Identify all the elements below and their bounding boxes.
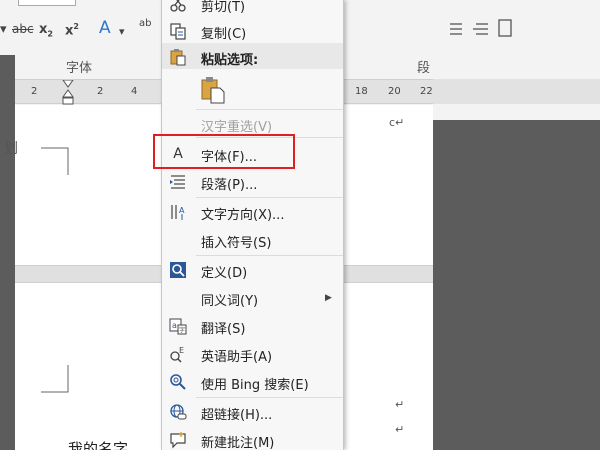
- subscript-button[interactable]: x2: [39, 22, 53, 39]
- menu-label: 文字方向(X)...: [201, 208, 285, 223]
- highlight-icon[interactable]: ab: [139, 18, 151, 29]
- translate-icon: a字: [168, 316, 188, 336]
- menu-item-translate[interactable]: a字 翻译(S): [162, 312, 343, 340]
- paragraph-mark: c↵: [389, 116, 405, 129]
- paragraph-mark: ↵: [395, 398, 405, 411]
- menu-label: 新建批注(M): [201, 436, 275, 450]
- svg-text:A: A: [179, 206, 185, 215]
- ruler-number: 2: [31, 86, 38, 97]
- copy-icon: [168, 21, 188, 41]
- context-menu: 剪切(T) 复制(C) 粘贴选项: 汉字重选(V) A 字体(F)... 段落(…: [161, 0, 344, 450]
- hyperlink-icon: [168, 402, 188, 422]
- menu-label: 超链接(H)...: [201, 408, 273, 423]
- english-assistant-icon: E: [168, 344, 188, 364]
- paste-clipboard-icon: [199, 76, 227, 108]
- indent-marker-icon[interactable]: [62, 80, 74, 105]
- menu-item-text-direction[interactable]: A 文字方向(X)...: [162, 198, 343, 226]
- svg-text:字: 字: [179, 326, 185, 334]
- menu-item-copy[interactable]: 复制(C): [162, 17, 343, 45]
- menu-item-cut[interactable]: 剪切(T): [162, 0, 343, 18]
- page-corner-mark: [41, 365, 69, 393]
- dropdown-arrow-icon[interactable]: ▾: [0, 22, 7, 37]
- ruler-number: 22: [420, 86, 433, 97]
- page-corner-mark: [41, 147, 69, 175]
- clipboard-icon: [168, 47, 188, 67]
- menu-item-new-comment[interactable]: 新建批注(M): [162, 426, 343, 450]
- menu-label: 插入符号(S): [201, 236, 272, 251]
- subscript-mark: 2: [47, 29, 53, 39]
- paragraph-icon: [168, 172, 188, 192]
- document-body-text[interactable]: 我的名字: [68, 438, 128, 450]
- ruler-right: [433, 79, 600, 104]
- ruler-number: 18: [355, 86, 368, 97]
- menu-item-hyperlink[interactable]: 超链接(H)...: [162, 398, 343, 426]
- menu-item-bing-search[interactable]: 使用 Bing 搜索(E): [162, 368, 343, 396]
- menu-label: 段落(P)...: [201, 178, 258, 193]
- text-effect-button[interactable]: A: [99, 18, 111, 38]
- menu-label: 同义词(Y): [201, 294, 259, 309]
- document-text-fragment: 划: [4, 141, 18, 157]
- highlight-annotation-box: [153, 134, 295, 169]
- search-icon: [168, 372, 188, 392]
- superscript-button[interactable]: x2: [65, 22, 79, 38]
- paragraph-group-label: 段: [417, 61, 431, 76]
- menu-item-paragraph[interactable]: 段落(P)...: [162, 168, 343, 196]
- ruler-number: 2: [97, 86, 104, 97]
- svg-text:E: E: [179, 346, 184, 355]
- menu-item-english-assistant[interactable]: E 英语助手(A): [162, 340, 343, 368]
- text-direction-icon: A: [168, 202, 188, 222]
- font-group-label: 字体: [66, 61, 93, 76]
- menu-label: 粘贴选项:: [201, 53, 259, 68]
- svg-text:a: a: [172, 321, 177, 330]
- menu-item-insert-symbol[interactable]: 插入符号(S): [162, 226, 343, 254]
- menu-item-synonyms[interactable]: 同义词(Y) ▶: [162, 284, 343, 312]
- menu-label: 使用 Bing 搜索(E): [201, 378, 309, 393]
- dropdown-arrow-icon[interactable]: ▾: [119, 25, 125, 38]
- scissors-icon: [168, 0, 188, 14]
- define-icon: [168, 260, 188, 280]
- ruler-number: 4: [131, 86, 138, 97]
- paste-keep-text-button[interactable]: [162, 72, 343, 108]
- superscript-mark: 2: [73, 22, 79, 31]
- font-size-box[interactable]: [18, 0, 76, 6]
- menu-item-define[interactable]: 定义(D): [162, 256, 343, 284]
- menu-label: 翻译(S): [201, 322, 246, 337]
- paste-options-header: 粘贴选项:: [162, 43, 343, 69]
- menu-label: 定义(D): [201, 266, 248, 281]
- ruler-number: 20: [388, 86, 401, 97]
- submenu-arrow-icon: ▶: [325, 293, 332, 303]
- menu-label: 剪切(T): [201, 0, 246, 15]
- comment-icon: [168, 430, 188, 450]
- menu-label: 英语助手(A): [201, 350, 273, 365]
- menu-label: 复制(C): [201, 27, 247, 42]
- strikethrough-button[interactable]: abc: [12, 22, 34, 36]
- paragraph-mark: ↵: [395, 423, 405, 436]
- menu-label: 汉字重选(V): [201, 120, 273, 135]
